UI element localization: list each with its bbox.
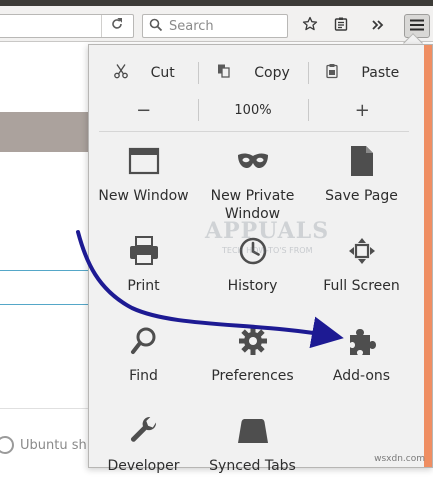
wrench-icon <box>124 413 164 449</box>
edit-controls: Cut Copy Paste <box>89 55 417 91</box>
overflow-button[interactable] <box>365 14 391 38</box>
save-page-label: Save Page <box>325 188 398 204</box>
reload-icon <box>110 17 124 35</box>
fullscreen-arrows-icon <box>342 233 382 269</box>
bookmark-star-icon <box>302 16 318 36</box>
preferences-button[interactable]: Preferences <box>198 317 307 407</box>
private-mask-icon <box>233 143 273 179</box>
magnifier-icon <box>124 323 164 359</box>
menu-divider <box>99 131 409 132</box>
page-input-border <box>0 304 90 305</box>
print-button[interactable]: Print <box>89 227 198 317</box>
reader-button[interactable] <box>328 14 354 38</box>
addons-label: Add-ons <box>332 368 391 384</box>
cut-label: Cut <box>150 65 175 81</box>
page-divider <box>0 408 100 409</box>
developer-button[interactable]: Developer <box>89 407 198 497</box>
reader-icon <box>333 16 349 36</box>
paste-button[interactable]: Paste <box>307 62 417 84</box>
overflow-icon <box>371 17 385 36</box>
page-icon <box>342 143 382 179</box>
cut-button[interactable]: Cut <box>89 62 198 84</box>
developer-label: Developer <box>107 458 180 474</box>
clipboard-icon <box>325 63 339 83</box>
url-bar[interactable] <box>0 14 134 38</box>
search-icon <box>149 17 163 36</box>
print-label: Print <box>127 278 160 294</box>
zoom-in-button[interactable]: + <box>307 99 417 121</box>
copy-label: Copy <box>254 65 290 81</box>
zoom-out-button[interactable]: − <box>89 99 198 121</box>
copy-icon <box>216 63 232 83</box>
addons-button[interactable]: Add-ons <box>307 317 416 407</box>
watermark-text: APPUALS <box>205 218 330 244</box>
search-bar[interactable] <box>142 14 288 38</box>
page-footer-link[interactable]: Ubuntu sh <box>0 432 100 458</box>
zoom-reset-button[interactable]: 100% <box>198 99 307 121</box>
copy-button[interactable]: Copy <box>198 62 307 84</box>
find-label: Find <box>129 368 158 384</box>
new-window-label: New Window <box>98 188 189 204</box>
minus-icon: − <box>136 99 152 121</box>
gear-icon <box>233 323 273 359</box>
page-footer-text: Ubuntu sh <box>20 437 87 453</box>
reload-button[interactable] <box>101 15 132 37</box>
menu-panel-scrollbar[interactable] <box>424 45 432 467</box>
page-header-band <box>0 112 100 152</box>
zoom-level: 100% <box>234 102 272 118</box>
site-credit: wsxdn.com <box>374 454 425 464</box>
navigation-toolbar <box>0 6 433 42</box>
bookmark-button[interactable] <box>297 14 323 38</box>
open-menu-button[interactable] <box>404 14 430 38</box>
preferences-label: Preferences <box>211 368 294 384</box>
ubuntu-logo-icon <box>0 436 14 454</box>
scissors-icon <box>113 63 129 83</box>
hamburger-menu-icon <box>409 17 425 36</box>
synced-tabs-icon <box>233 413 273 449</box>
menu-panel: Cut Copy Paste − 100% + New Window New P… <box>88 44 433 474</box>
zoom-controls: − 100% + <box>89 95 417 125</box>
page-input-border <box>0 270 90 271</box>
save-page-button[interactable]: Save Page <box>307 137 416 227</box>
new-window-button[interactable]: New Window <box>89 137 198 227</box>
find-button[interactable]: Find <box>89 317 198 407</box>
menu-item-grid: New Window New Private Window Save Page <box>89 137 417 497</box>
synced-tabs-label: Synced Tabs <box>209 458 296 474</box>
empty-slot <box>307 407 416 497</box>
history-label: History <box>227 278 278 294</box>
paste-label: Paste <box>361 65 400 81</box>
plus-icon: + <box>354 99 370 121</box>
synced-tabs-button[interactable]: Synced Tabs <box>198 407 307 497</box>
full-screen-label: Full Screen <box>323 278 400 294</box>
watermark-subtext: TECH HOW-TO'S FROM <box>222 246 313 255</box>
new-private-window-button[interactable]: New Private Window <box>198 137 307 227</box>
printer-icon <box>124 233 164 269</box>
search-input[interactable] <box>167 17 281 35</box>
window-icon <box>124 143 164 179</box>
puzzle-piece-icon <box>342 323 382 359</box>
